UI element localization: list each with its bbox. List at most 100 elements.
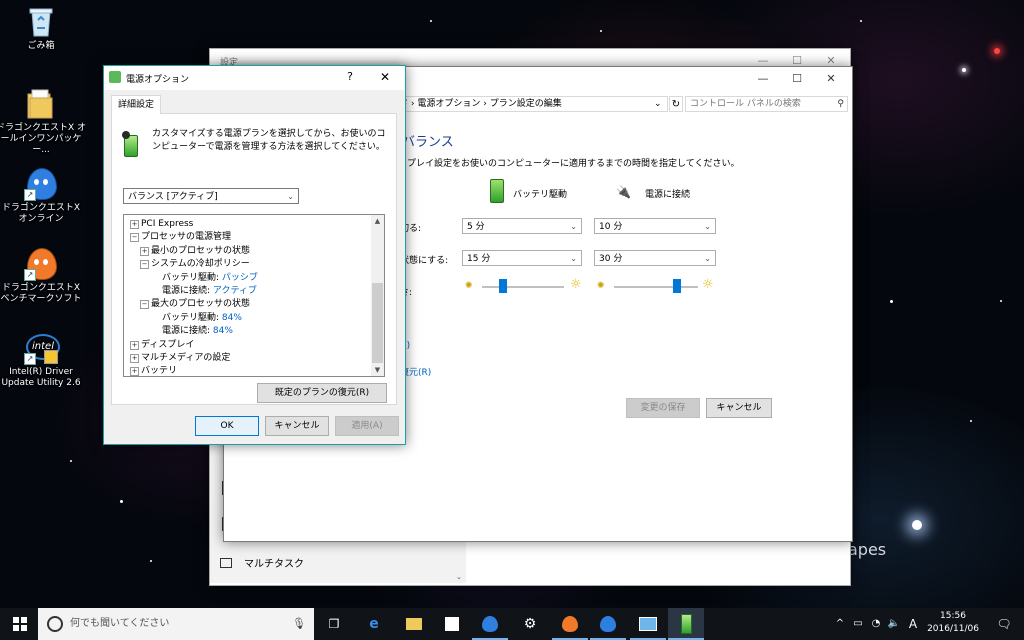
tree-item-value[interactable]: パッシブ [222,273,258,283]
ime-indicator[interactable]: A [904,608,922,640]
brightness-battery-slider[interactable] [482,279,564,293]
expand-icon[interactable]: + [130,340,139,350]
start-button[interactable] [2,608,38,640]
cp-search-input[interactable]: コントロール パネルの検索 ⚲ [685,96,848,112]
tree-item-label: バッテリ駆動: [162,312,222,323]
sleep-battery-select[interactable]: 15 分 ⌄ [462,250,582,266]
address-dropdown-icon[interactable]: ⌄ [654,96,662,112]
tree-item[interactable]: バッテリ駆動: パッシブ [130,272,258,285]
brightness-high-icon: ☼ [702,277,714,292]
dialog-cancel-button[interactable]: キャンセル [265,416,329,436]
tree-item-label: マルチメディアの設定 [141,353,231,363]
plan-select[interactable]: バランス [アクティブ] ⌄ [123,188,299,204]
desktop-icon-recycle-bin[interactable]: ごみ箱 [0,4,87,52]
expand-icon[interactable]: + [130,354,139,363]
tab-advanced-settings[interactable]: 詳細設定 [111,95,162,114]
desktop-icon-intel-dud[interactable]: intel ↗ Intel(R) Driver Update Utility 2… [0,330,87,389]
desktop-icon-dq10-allinone[interactable]: ドラゴンクエストX オ ールインワンパッケー... [0,86,87,156]
tree-item-label: バッテリ [141,366,178,377]
settings-nav-item-multitask[interactable]: マルチタスク [220,555,304,570]
tree-item[interactable]: + 最小のプロセッサの状態 [130,245,250,258]
star [890,300,893,303]
explorer-taskbar-icon[interactable] [396,608,432,640]
volume-tray-icon[interactable]: 🔈 [886,608,902,640]
tree-item[interactable]: バッテリ駆動: 84% [130,312,242,325]
power-options-taskbar-icon[interactable] [668,608,704,640]
cp-close-button[interactable]: ✕ [814,67,848,91]
tree-item-value[interactable]: 84% [222,313,242,323]
settings-tree[interactable]: + PCI Express − プロセッサの電源管理 + 最小のプロセッサの状態 − システム… [123,214,385,377]
refresh-icon[interactable]: ↻ [669,96,683,112]
collapse-icon[interactable]: − [140,300,149,310]
collapse-icon[interactable]: − [130,233,139,243]
expand-icon[interactable]: + [130,220,139,229]
tree-item[interactable]: − 最大のプロセッサの状態 [130,298,250,311]
scroll-up-icon[interactable]: ▲ [371,215,384,227]
clock[interactable]: 15:56 2016/11/06 [922,610,984,636]
store-taskbar-icon[interactable] [434,608,470,640]
display-off-battery-select[interactable]: 5 分 ⌄ [462,218,582,234]
brightness-low-icon: ✺ [597,281,605,291]
task-view-button[interactable]: ❐ [316,608,352,640]
tree-item[interactable]: − プロセッサの電源管理 [130,231,231,244]
windows-logo-icon [13,617,27,631]
settings-gear-taskbar-icon[interactable]: ⚙ [512,608,548,640]
wallpaper-text: apes [848,540,887,559]
taskbar: 何でも聞いてください 🎙 ❐ e ⚙ ^ ▭ ◔ 🔈 A 15:56 2016/… [0,608,1024,640]
brightness-high-icon: ☼ [570,277,582,292]
edge-taskbar-icon[interactable]: e [356,608,392,640]
tree-item-value[interactable]: アクティブ [213,286,257,296]
dq10-benchmark-taskbar-icon[interactable] [552,608,588,640]
expand-icon[interactable]: + [140,246,149,256]
tree-item-value[interactable]: 84% [213,326,233,336]
tree-item[interactable]: + ディスプレイ [130,339,194,352]
tree-item-label: PCI Express [141,219,194,229]
tree-item[interactable]: 電源に接続: アクティブ [130,285,257,298]
action-center-icon[interactable]: 🗨 [986,608,1022,640]
microphone-icon[interactable]: 🎙 [292,608,306,640]
collapse-icon[interactable]: − [140,260,149,270]
control-panel-taskbar-icon[interactable] [630,608,666,640]
tree-item[interactable]: + バッテリ [130,365,178,377]
star [120,500,123,503]
brightness-plugged-thumb[interactable] [673,279,681,293]
help-button[interactable]: ? [342,70,358,83]
brightness-plugged-slider[interactable] [614,279,698,293]
brightness-battery-thumb[interactable] [499,279,507,293]
sleep-plugged-select[interactable]: 30 分 ⌄ [594,250,716,266]
star [860,20,862,22]
shortcut-arrow-icon: ↗ [24,189,36,201]
power-tray-icon[interactable]: ▭ [850,608,866,640]
apply-button[interactable]: 適用(A) [335,416,399,436]
ok-button[interactable]: OK [195,416,259,436]
breadcrumb-power-options[interactable]: 電源オプション [417,99,480,109]
tree-scrollbar[interactable]: ▲ ▼ [371,215,384,376]
scroll-down-icon[interactable]: ▼ [371,364,384,376]
tree-item[interactable]: 電源に接続: 84% [130,325,233,338]
dialog-close-button[interactable]: ✕ [374,70,396,84]
cortana-search-box[interactable]: 何でも聞いてください 🎙 [38,608,314,640]
expand-icon[interactable]: + [130,367,139,376]
cp-cancel-button[interactable]: キャンセル [706,398,772,418]
dq10-launcher-taskbar-icon[interactable] [590,608,626,640]
address-bar[interactable]: ド › 電源オプション › プラン設定の編集 [394,96,668,112]
desktop-icon-dq10-online[interactable]: ↗ ドラゴンクエストX オンライン [0,166,87,225]
cp-maximize-button[interactable]: ☐ [780,67,814,91]
restore-defaults-button[interactable]: 既定のプランの復元(R) [257,383,387,403]
intel-icon: intel ↗ [24,330,60,365]
tree-item[interactable]: − システムの冷却ポリシー [130,258,250,271]
save-changes-button[interactable]: 変更の保存 [626,398,700,418]
settings-scroll-down-icon[interactable]: ⌄ [456,573,462,581]
cp-minimize-button[interactable]: — [746,67,780,91]
network-tray-icon[interactable]: ◔ [868,608,884,640]
display-off-plugged-select[interactable]: 10 分 ⌄ [594,218,716,234]
desktop-icon-dq10-benchmark[interactable]: ↗ ドラゴンクエストX ベンチマークソフト [0,246,87,305]
show-hidden-icons-icon[interactable]: ^ [832,608,848,640]
tree-item[interactable]: + PCI Express [130,218,193,231]
chevron-down-icon: ⌄ [704,254,711,263]
scroll-thumb[interactable] [372,283,383,363]
tree-item-label: プロセッサの電源管理 [141,232,232,243]
tree-item[interactable]: + マルチメディアの設定 [130,352,230,365]
dq10-online-taskbar-icon[interactable] [472,608,508,640]
breadcrumb-edit-plan[interactable]: プラン設定の編集 [490,99,562,109]
